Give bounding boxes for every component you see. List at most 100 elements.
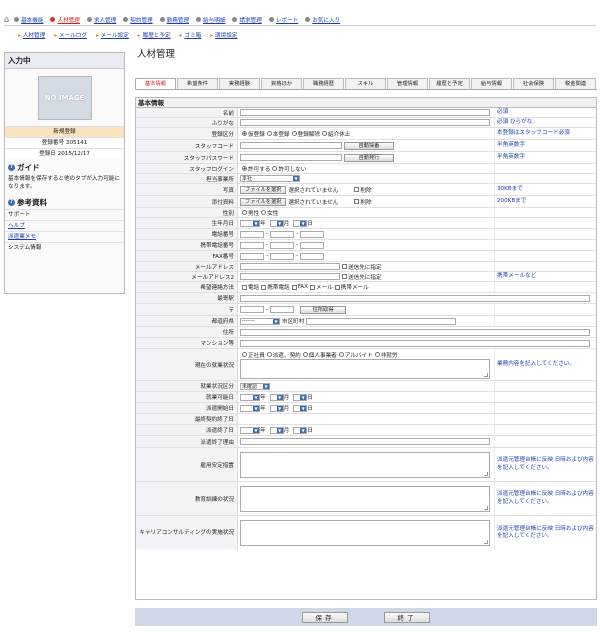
phone-input-3[interactable]: [300, 230, 325, 238]
avail-month-select[interactable]: ▼: [269, 393, 284, 401]
mobile-input-1[interactable]: [240, 241, 264, 249]
mobile-input-2[interactable]: [270, 241, 295, 249]
auto-issue-button[interactable]: 自動発行: [344, 153, 394, 162]
gender-male-radio[interactable]: [242, 210, 247, 215]
auto-assign-button[interactable]: 自動採番: [344, 141, 394, 150]
emp-parttime-radio[interactable]: [338, 352, 344, 357]
reg-provisional-radio[interactable]: [242, 131, 247, 136]
fax-input-1[interactable]: [240, 252, 264, 260]
sidebar-link-memo[interactable]: 派遣業メモ: [5, 231, 124, 242]
avail-day-select[interactable]: ▼: [293, 393, 308, 401]
nav-item-contracts[interactable]: 契約管理: [123, 16, 153, 24]
tab-salary[interactable]: 給与情報: [471, 78, 512, 89]
subnav-item[interactable]: ▸ 環境設定: [210, 31, 237, 39]
employment-type-select[interactable]: 未確認 ▼: [240, 382, 270, 390]
city-input[interactable]: [306, 317, 457, 325]
prefecture-select[interactable]: ------- ▼: [240, 317, 280, 325]
name-input[interactable]: [240, 109, 490, 116]
contact-email-checkbox[interactable]: [309, 284, 315, 290]
subnav-item[interactable]: ▸ ゴミ箱: [180, 31, 202, 39]
tab-preferences[interactable]: 希望条件: [177, 78, 218, 89]
emp-unemployed-radio[interactable]: [374, 352, 380, 357]
subnav-item[interactable]: ▸ メール設定: [96, 31, 129, 39]
email2-send-checkbox[interactable]: [342, 274, 347, 279]
subnav-item[interactable]: ▸ 履歴と予定: [138, 31, 171, 39]
close-button[interactable]: 終了: [384, 611, 430, 623]
save-button[interactable]: 保存: [302, 611, 348, 623]
tab-tax[interactable]: 税金関連: [555, 78, 596, 89]
nav-label[interactable]: 請求管理: [239, 16, 261, 24]
birth-month-select[interactable]: ▼: [269, 219, 284, 227]
zip-input-1[interactable]: [240, 306, 264, 313]
education-textarea[interactable]: [240, 485, 490, 512]
sidebar-link-help[interactable]: ヘルプ: [5, 220, 124, 231]
birth-day-select[interactable]: ▼: [293, 219, 308, 227]
nav-item-basic[interactable]: 基本機能: [14, 16, 43, 24]
contact-mobile-checkbox[interactable]: [261, 284, 267, 290]
nav-label[interactable]: 契約管理: [130, 16, 152, 24]
nav-item-payslip[interactable]: 給与明細: [196, 16, 225, 24]
nav-item-billing[interactable]: 請求管理: [232, 16, 262, 24]
end-reason-input[interactable]: [240, 438, 490, 445]
employment-measures-textarea[interactable]: [240, 451, 490, 478]
email2-input[interactable]: [240, 273, 340, 280]
nav-label[interactable]: 求人管理: [94, 16, 116, 24]
nav-label[interactable]: 人材管理: [57, 16, 79, 24]
attach-file-button[interactable]: ファイルを選択: [240, 197, 287, 206]
tab-career[interactable]: 職務経歴: [303, 78, 344, 89]
sidebar-link-sysinfo[interactable]: システム情報: [5, 242, 124, 253]
start-month-select[interactable]: ▼: [269, 404, 284, 412]
phone-input-1[interactable]: [240, 230, 264, 238]
employment-textarea[interactable]: [240, 359, 490, 379]
phone-input-2[interactable]: [270, 230, 295, 238]
career-textarea[interactable]: [240, 520, 490, 546]
tab-basic[interactable]: 基本情報: [135, 78, 176, 89]
fax-input-2[interactable]: [270, 252, 295, 260]
start-day-select[interactable]: ▼: [293, 404, 308, 412]
nav-label[interactable]: 基本機能: [21, 16, 43, 24]
subnav-item[interactable]: ▸ メールログ: [54, 31, 87, 39]
staff-password-input[interactable]: [240, 154, 342, 161]
fax-input-3[interactable]: [300, 252, 325, 260]
gender-female-radio[interactable]: [261, 210, 267, 215]
end-day-select[interactable]: ▼: [293, 426, 308, 434]
office-select[interactable]: 本社 ▼: [240, 175, 300, 182]
birth-year-select[interactable]: ▼: [240, 219, 260, 227]
photo-file-button[interactable]: ファイルを選択: [240, 185, 287, 194]
nav-item-jobs[interactable]: 求人管理: [86, 16, 116, 24]
tab-experience[interactable]: 実務経験: [219, 78, 260, 89]
login-deny-radio[interactable]: [272, 166, 278, 171]
nav-item-staff[interactable]: 人材管理: [50, 16, 80, 24]
nav-label[interactable]: お気に入り: [312, 16, 340, 24]
attach-delete-checkbox[interactable]: [354, 199, 360, 204]
tab-management[interactable]: 管理情報: [387, 78, 428, 89]
kana-input[interactable]: [240, 119, 490, 126]
nav-item-favorites[interactable]: お気に入り: [305, 16, 340, 24]
subnav-item[interactable]: ▸ 人材管理: [18, 31, 45, 39]
mobile-input-3[interactable]: [300, 241, 325, 249]
station-input[interactable]: [240, 294, 590, 302]
contact-phone-checkbox[interactable]: [242, 284, 247, 290]
nav-item-attendance[interactable]: 勤務管理: [159, 16, 189, 24]
contact-fax-checkbox[interactable]: [291, 284, 297, 290]
emp-fulltime-radio[interactable]: [242, 352, 247, 357]
tab-insurance[interactable]: 社会保険: [513, 78, 554, 89]
photo-delete-checkbox[interactable]: [354, 187, 360, 192]
address-lookup-button[interactable]: 住所取得: [300, 305, 347, 314]
home-icon[interactable]: ⌂: [4, 15, 9, 24]
end-month-select[interactable]: ▼: [269, 426, 284, 434]
nav-label[interactable]: 勤務管理: [167, 16, 189, 24]
tab-history[interactable]: 履歴と予定: [429, 78, 470, 89]
contact-mobile-email-checkbox[interactable]: [334, 284, 340, 290]
reg-full-radio[interactable]: [266, 131, 272, 136]
email-send-checkbox[interactable]: [342, 264, 347, 269]
address-input[interactable]: [240, 328, 590, 336]
emp-selfemployed-radio[interactable]: [302, 352, 308, 357]
tab-skills[interactable]: スキル: [345, 78, 386, 89]
emp-dispatch-radio[interactable]: [266, 352, 272, 357]
staff-code-input[interactable]: [240, 142, 342, 149]
zip-input-2[interactable]: [270, 306, 295, 313]
sidebar-link-support[interactable]: サポート: [5, 209, 124, 220]
tab-qualifications[interactable]: 資格ほか: [261, 78, 302, 89]
mansion-input[interactable]: [240, 339, 590, 347]
